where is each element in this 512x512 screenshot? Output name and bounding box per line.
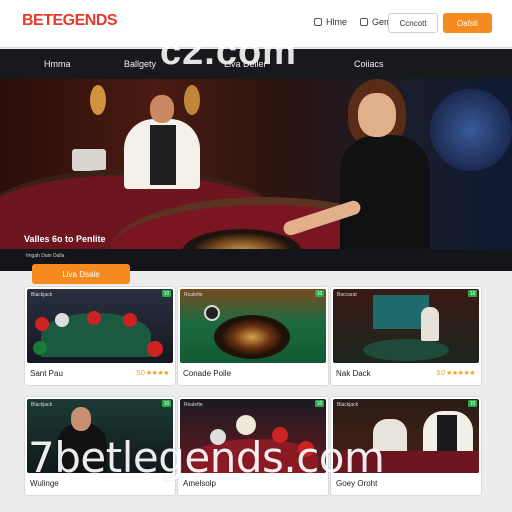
chip-icon — [123, 313, 137, 327]
contact-button[interactable]: Ccncott — [388, 13, 438, 33]
hero-subcaption: Imgah Dain Dalla — [26, 253, 65, 259]
home-icon — [314, 18, 322, 26]
dealer-vest — [150, 125, 176, 185]
chip-icon — [204, 305, 220, 321]
game-card[interactable]: Blackjack 10 Sant Pau 5.0 ★★★★ — [24, 286, 176, 386]
game-tag: Roulette — [184, 292, 203, 298]
casino-page: BETEGENDS Hlme Geme Ccncott Oafsti c2.co… — [0, 0, 512, 512]
chip-icon — [35, 317, 49, 331]
game-thumbnail: Blackjack — [27, 289, 173, 363]
hero-caption: Valles 6o to Penlite — [24, 234, 106, 244]
dealer-face — [358, 93, 396, 137]
site-logo[interactable]: BETEGENDS — [22, 12, 118, 30]
dealer-head — [150, 95, 174, 123]
badge-icon: 10 — [468, 400, 477, 407]
game-tag: Blackjack — [31, 402, 53, 408]
nav-item-category[interactable]: Ballgety — [124, 59, 156, 69]
dealer-figure — [421, 307, 439, 341]
lamp-icon — [90, 85, 106, 115]
live-dealer-button[interactable]: Llva Dsale — [32, 264, 130, 284]
nav-item-home[interactable]: Hmma — [44, 59, 71, 69]
game-rating: 5.0 ★★★★★ — [436, 370, 475, 377]
logo-text: BETEGENDS — [22, 12, 118, 29]
game-rating: 5.0 ★★★★ — [136, 370, 169, 377]
game-card[interactable]: Baccarat 10 Nak Dack 5.0 ★★★★★ — [330, 286, 482, 386]
games-icon — [360, 18, 368, 26]
chip-icon — [33, 341, 47, 355]
badge-icon: 10 — [315, 400, 324, 407]
chip-icon — [55, 313, 69, 327]
game-title: Conade Poile — [183, 369, 232, 378]
dealer-head — [71, 407, 91, 431]
badge-icon: 10 — [315, 290, 324, 297]
hero-banner[interactable]: Valles 6o to Penlite Imgah Dain Dalla — [0, 79, 512, 271]
home-link-label: Hlme — [326, 17, 348, 27]
game-title: Nak Dack — [336, 369, 371, 378]
badge-icon: 10 — [162, 400, 171, 407]
signup-button[interactable]: Oafsti — [443, 13, 492, 33]
home-link[interactable]: Hlme — [314, 17, 347, 27]
chair-decor — [72, 149, 106, 171]
chip-icon — [236, 415, 256, 435]
lamp-icon — [184, 85, 200, 115]
badge-icon: 10 — [468, 290, 477, 297]
game-tag: Blackjack — [31, 292, 53, 298]
chip-icon — [87, 311, 101, 325]
roulette-wheel — [214, 315, 290, 359]
game-tag: Baccarat — [337, 292, 357, 298]
game-thumbnail: Baccarat — [333, 289, 479, 363]
badge-icon: 10 — [162, 290, 171, 297]
game-tag: Blackjack — [337, 402, 359, 408]
nav-item-contacts[interactable]: Coiiacs — [354, 59, 384, 69]
watermark: 7betlegends.com — [28, 433, 385, 482]
globe-decor — [430, 89, 512, 171]
main-nav: c2.com Hmma Ballgety Liva Deller Coiiacs — [0, 33, 512, 79]
game-thumbnail: Roulette — [180, 289, 326, 363]
game-title: Sant Pau — [30, 369, 63, 378]
game-card[interactable]: Roulette 10 Conade Poile — [177, 286, 329, 386]
nav-item-live-dealer[interactable]: Liva Deller — [224, 59, 267, 69]
game-tag: Roulette — [184, 402, 203, 408]
chip-icon — [147, 341, 163, 357]
table-felt — [363, 339, 449, 361]
